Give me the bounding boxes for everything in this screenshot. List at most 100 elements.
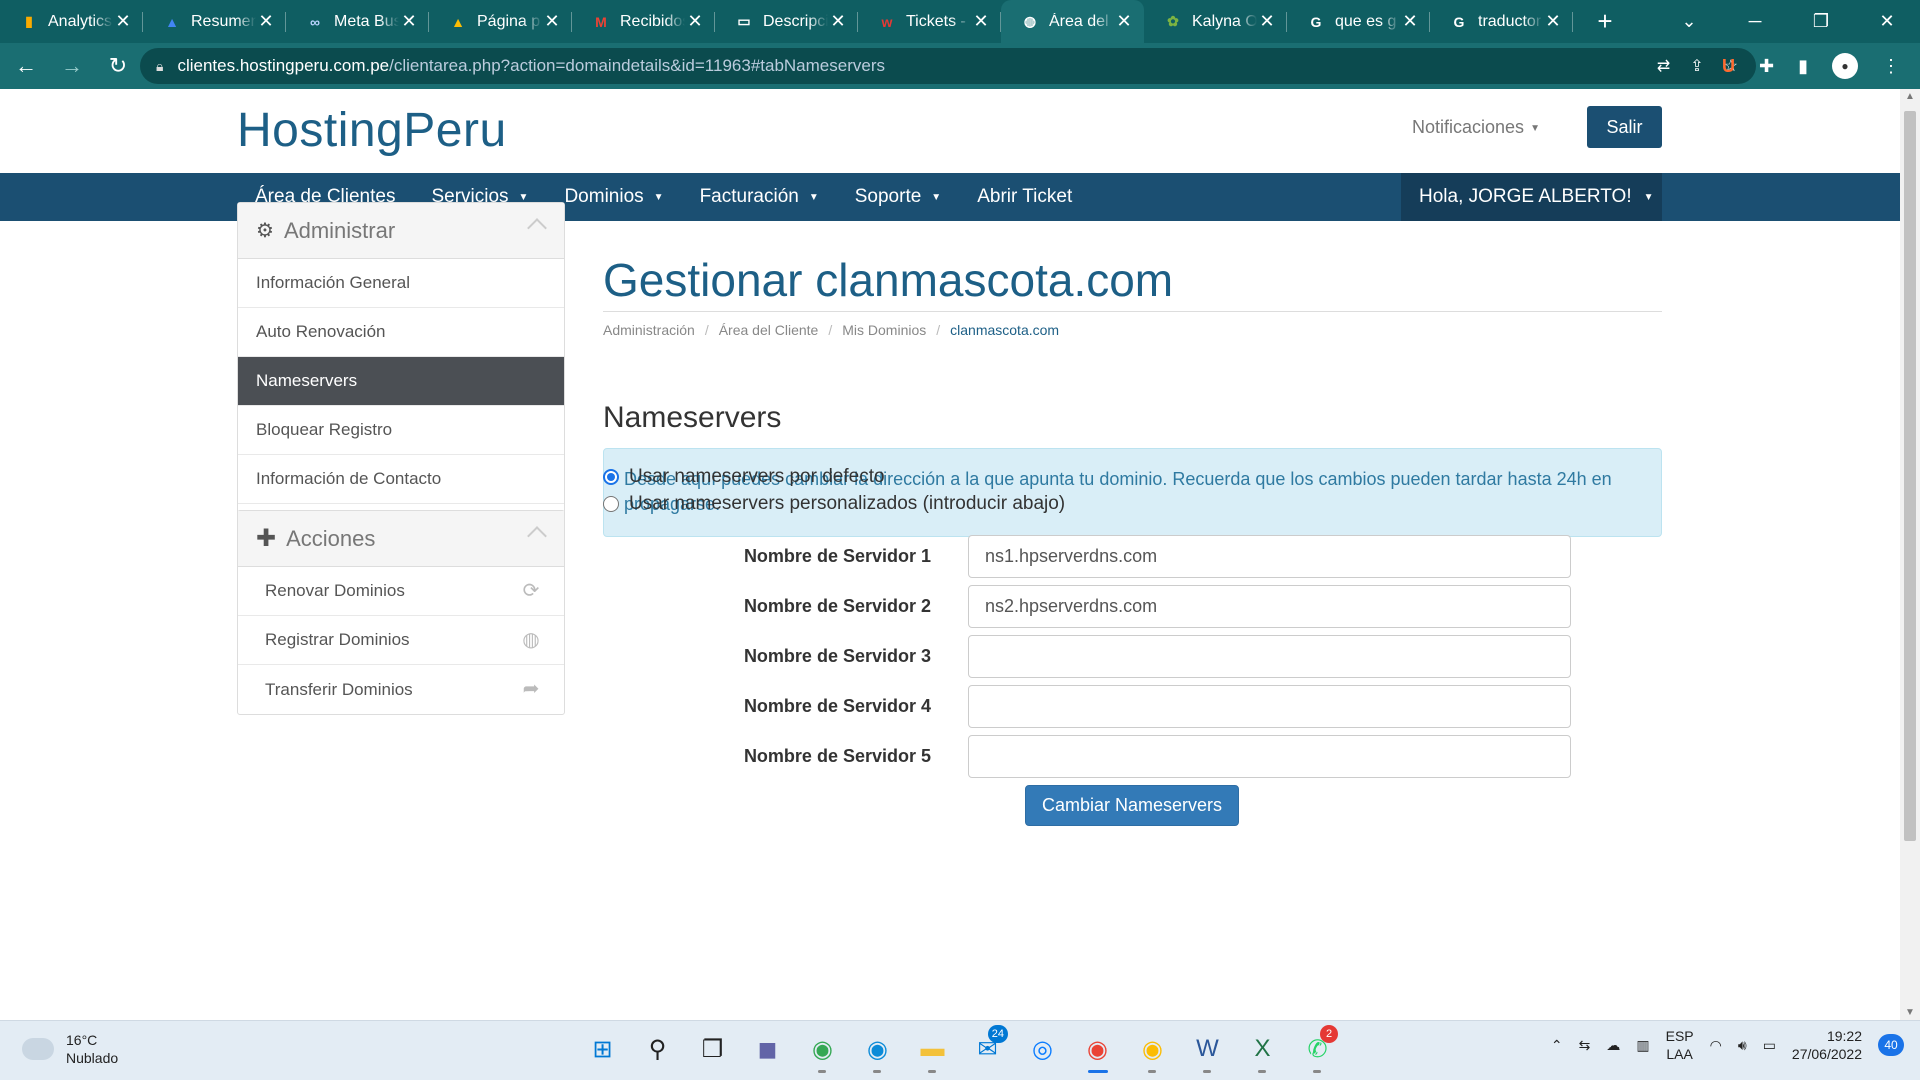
browser-tab[interactable]: ✿ Kalyna O ✕ bbox=[1144, 0, 1287, 43]
close-window-button[interactable]: ✕ bbox=[1854, 0, 1920, 43]
whatsapp-icon[interactable]: ✆ 2 bbox=[1299, 1025, 1338, 1073]
site-logo[interactable]: HostingPeru bbox=[237, 103, 507, 158]
chevron-up-icon[interactable] bbox=[527, 218, 547, 238]
excel-icon[interactable]: X bbox=[1244, 1029, 1281, 1073]
nameserver-input-4[interactable] bbox=[968, 685, 1571, 728]
close-tab-icon[interactable]: ✕ bbox=[1543, 11, 1563, 32]
onedrive-cloud-icon[interactable]: ☁ bbox=[1606, 1037, 1620, 1054]
close-tab-icon[interactable]: ✕ bbox=[542, 11, 562, 32]
back-button[interactable]: ← bbox=[6, 46, 46, 86]
messenger-icon[interactable]: ◎ bbox=[1024, 1029, 1061, 1069]
breadcrumb-link[interactable]: Mis Dominios bbox=[842, 322, 926, 338]
teams-chat-icon[interactable]: ◼ bbox=[749, 1029, 786, 1069]
forward-button[interactable]: → bbox=[52, 46, 92, 86]
logout-button[interactable]: Salir bbox=[1587, 106, 1662, 148]
search-icon[interactable]: ⚲ bbox=[639, 1029, 676, 1069]
breadcrumb-link[interactable]: Área del Cliente bbox=[719, 322, 819, 338]
sidebar-item[interactable]: Bloquear Registro bbox=[238, 406, 564, 455]
network-adapter-icon[interactable]: ⇆ bbox=[1579, 1037, 1591, 1054]
sidebar-item[interactable]: Auto Renovación bbox=[238, 308, 564, 357]
ublock-extension-icon[interactable]: U bbox=[1722, 56, 1735, 77]
minimize-button[interactable]: ─ bbox=[1722, 0, 1788, 43]
browser-tab[interactable]: ▲ Página p ✕ bbox=[429, 0, 572, 43]
breadcrumb-link[interactable]: clanmascota.com bbox=[950, 322, 1059, 338]
menu-kebab-icon[interactable]: ⋮ bbox=[1882, 56, 1900, 77]
weather-widget[interactable]: 16°C Nublado bbox=[22, 1031, 118, 1067]
tab-search-icon[interactable]: ⌄ bbox=[1656, 0, 1722, 43]
edge-icon[interactable]: ◉ bbox=[859, 1029, 896, 1073]
nameserver-input-2[interactable] bbox=[968, 585, 1571, 628]
nav-item[interactable]: Facturación ▼ bbox=[682, 173, 837, 221]
new-tab-button[interactable]: + bbox=[1585, 0, 1625, 43]
browser-tab[interactable]: ▲ Resumen ✕ bbox=[143, 0, 286, 43]
chrome-profile-icon[interactable]: ◉ bbox=[1079, 1029, 1116, 1073]
restore-button[interactable]: ❐ bbox=[1788, 0, 1854, 43]
mail-icon[interactable]: ✉ 24 bbox=[969, 1025, 1008, 1069]
breadcrumb-link[interactable]: Administración bbox=[603, 322, 695, 338]
translate-icon[interactable]: ⇄ bbox=[1657, 56, 1670, 76]
close-tab-icon[interactable]: ✕ bbox=[685, 11, 705, 32]
chrome-icon[interactable]: ◉ bbox=[804, 1029, 841, 1073]
chevron-up-icon[interactable]: ⌃ bbox=[1551, 1037, 1563, 1054]
lock-icon[interactable]: 🔒︎ bbox=[156, 58, 163, 75]
close-tab-icon[interactable]: ✕ bbox=[113, 11, 133, 32]
wifi-icon[interactable]: ◠ bbox=[1710, 1037, 1722, 1054]
browser-tab[interactable]: w Tickets - ✕ bbox=[858, 0, 1001, 43]
nav-item[interactable]: Dominios ▼ bbox=[546, 173, 681, 221]
manage-panel-header[interactable]: ⚙ Administrar bbox=[238, 203, 564, 259]
close-tab-icon[interactable]: ✕ bbox=[1114, 11, 1134, 32]
sidebar-action-item[interactable]: Registrar Dominios ◍ bbox=[238, 616, 564, 665]
close-tab-icon[interactable]: ✕ bbox=[1400, 11, 1420, 32]
change-nameservers-button[interactable]: Cambiar Nameservers bbox=[1025, 785, 1239, 826]
sidebar-action-item[interactable]: Transferir Dominios ➦ bbox=[238, 665, 564, 714]
close-tab-icon[interactable]: ✕ bbox=[1257, 11, 1277, 32]
actions-panel-header[interactable]: ✚ Acciones bbox=[238, 511, 564, 567]
radio-default-nameservers[interactable]: Usar nameservers por defecto bbox=[603, 466, 885, 488]
nav-item[interactable]: Soporte ▼ bbox=[837, 173, 959, 221]
sidebar-action-item[interactable]: Renovar Dominios ⟳ bbox=[238, 567, 564, 616]
close-tab-icon[interactable]: ✕ bbox=[399, 11, 419, 32]
nameserver-input-5[interactable] bbox=[968, 735, 1571, 778]
sidebar-item[interactable]: Nameservers bbox=[238, 357, 564, 406]
reload-button[interactable]: ↻ bbox=[98, 46, 138, 86]
nameserver-input-1[interactable] bbox=[968, 535, 1571, 578]
volume-icon[interactable]: 🔊︎ bbox=[1738, 1037, 1747, 1054]
sidebar-item[interactable]: Información General bbox=[238, 259, 564, 308]
page-scrollbar[interactable]: ▲ ▼ bbox=[1900, 89, 1920, 1020]
start-icon[interactable]: ⊞ bbox=[584, 1029, 621, 1069]
radio-custom-nameservers[interactable]: Usar nameservers personalizados (introdu… bbox=[603, 493, 1065, 515]
browser-tab[interactable]: Gque es g ✕ bbox=[1287, 0, 1430, 43]
close-tab-icon[interactable]: ✕ bbox=[256, 11, 276, 32]
scrollbar-thumb[interactable] bbox=[1904, 111, 1916, 841]
sidebar-item[interactable]: Información de Contacto bbox=[238, 455, 564, 504]
chrome-profile-2-icon[interactable]: ◉ bbox=[1134, 1029, 1171, 1073]
nav-item[interactable]: Abrir Ticket bbox=[959, 173, 1090, 221]
scroll-down-arrow-icon[interactable]: ▼ bbox=[1900, 1007, 1920, 1018]
nameserver-input-3[interactable] bbox=[968, 635, 1571, 678]
close-tab-icon[interactable]: ✕ bbox=[971, 11, 991, 32]
browser-tab[interactable]: M Recibidos ✕ bbox=[572, 0, 715, 43]
notification-center-badge[interactable]: 40 bbox=[1878, 1034, 1904, 1056]
share-icon[interactable]: ⇪ bbox=[1690, 56, 1703, 76]
profile-avatar-icon[interactable]: ● bbox=[1832, 53, 1858, 79]
user-menu-dropdown[interactable]: Hola, JORGE ALBERTO! ▼ bbox=[1401, 173, 1662, 221]
clock[interactable]: 19:22 27/06/2022 bbox=[1792, 1027, 1862, 1063]
browser-tab[interactable]: ▮ Analytics ✕ bbox=[0, 0, 143, 43]
meter-icon[interactable]: ▥ bbox=[1636, 1037, 1649, 1054]
radio-button[interactable] bbox=[603, 496, 619, 512]
browser-tab[interactable]: ▭ Descripci ✕ bbox=[715, 0, 858, 43]
language-indicator[interactable]: ESP LAA bbox=[1666, 1027, 1694, 1063]
notifications-dropdown[interactable]: Notificaciones ▼ bbox=[1412, 117, 1540, 138]
browser-tab[interactable]: ∞ Meta Bus ✕ bbox=[286, 0, 429, 43]
address-bar[interactable]: 🔒︎ clientes.hostingperu.com.pe /clientar… bbox=[140, 48, 1756, 84]
chevron-up-icon[interactable] bbox=[527, 526, 547, 546]
task-view-icon[interactable]: ❐ bbox=[694, 1029, 731, 1069]
scroll-up-arrow-icon[interactable]: ▲ bbox=[1900, 91, 1920, 102]
word-icon[interactable]: W bbox=[1189, 1029, 1226, 1073]
file-explorer-icon[interactable]: ▬ bbox=[914, 1029, 951, 1073]
radio-button-selected[interactable] bbox=[603, 469, 619, 485]
side-panel-icon[interactable]: ▮ bbox=[1798, 56, 1808, 77]
battery-icon[interactable]: ▭ bbox=[1763, 1037, 1776, 1054]
extensions-puzzle-icon[interactable]: ✚ bbox=[1759, 56, 1774, 77]
close-tab-icon[interactable]: ✕ bbox=[828, 11, 848, 32]
